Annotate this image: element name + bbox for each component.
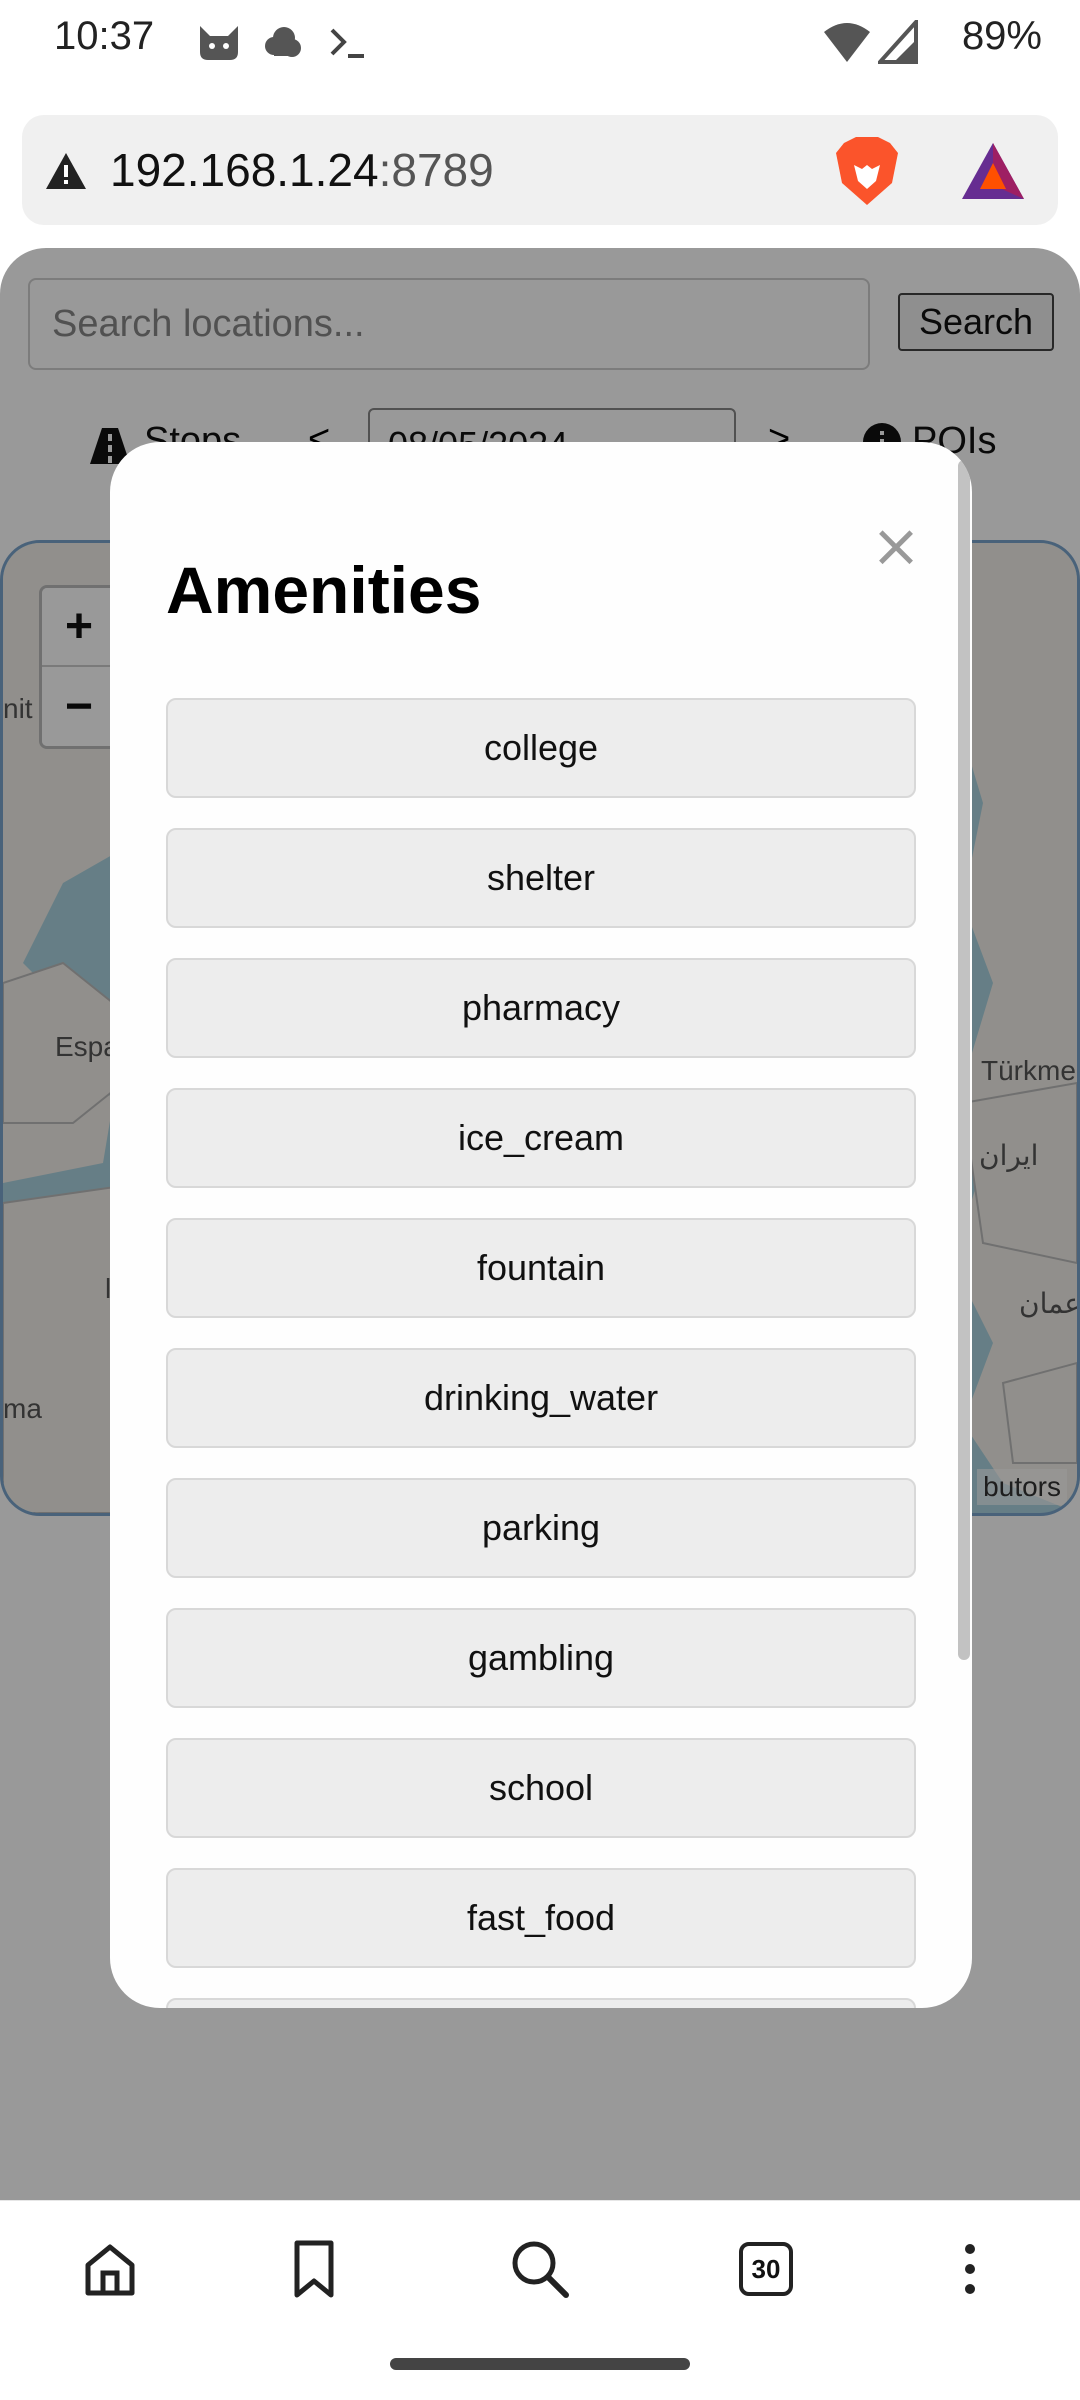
browser-bottom-nav: 30 [0, 2200, 1080, 2334]
modal-scrollbar[interactable] [958, 460, 970, 1660]
amenity-button-fast-food[interactable]: fast_food [166, 1868, 916, 1968]
modal-title: Amenities [166, 553, 482, 627]
url-port: :8789 [378, 144, 494, 196]
amenity-button-parking[interactable]: parking [166, 1478, 916, 1578]
amenity-button-partial[interactable] [166, 1998, 916, 2008]
amenity-button-gambling[interactable]: gambling [166, 1608, 916, 1708]
amenity-button-pharmacy[interactable]: pharmacy [166, 958, 916, 1058]
url-host: 192.168.1.24 [110, 144, 379, 196]
amenity-button-shelter[interactable]: shelter [166, 828, 916, 928]
amenities-modal: × Amenities college shelter pharmacy ice… [110, 442, 972, 2008]
gesture-handle[interactable] [390, 2358, 690, 2370]
brave-rewards-icon[interactable] [960, 139, 1026, 203]
tabs-button[interactable]: 30 [726, 2231, 806, 2307]
wifi-icon [824, 23, 870, 62]
more-vert-icon [965, 2244, 975, 2294]
home-icon [85, 2244, 135, 2296]
battery-percent: 89% [961, 14, 1042, 58]
status-bar: 10:37 89% [0, 0, 1080, 84]
warning-icon[interactable] [44, 149, 88, 193]
status-time: 10:37 [54, 14, 155, 58]
close-button[interactable]: × [866, 516, 926, 576]
url-text[interactable]: 192.168.1.24:8789 [110, 143, 494, 197]
bookmark-icon [294, 2240, 334, 2298]
amenity-button-drinking-water[interactable]: drinking_water [166, 1348, 916, 1448]
home-button[interactable] [70, 2231, 150, 2307]
amenity-button-fountain[interactable]: fountain [166, 1218, 916, 1318]
terminal-icon [330, 28, 364, 58]
signal-icon [878, 20, 918, 64]
search-icon [512, 2241, 569, 2298]
url-bar[interactable]: 192.168.1.24:8789 [22, 115, 1058, 225]
search-button-nav[interactable] [500, 2231, 580, 2307]
amenity-button-school[interactable]: school [166, 1738, 916, 1838]
amenity-button-college[interactable]: college [166, 698, 916, 798]
bookmarks-button[interactable] [274, 2231, 354, 2307]
menu-button[interactable] [930, 2231, 1010, 2307]
cat-icon [200, 26, 238, 60]
amenity-button-ice-cream[interactable]: ice_cream [166, 1088, 916, 1188]
amenity-list: college shelter pharmacy ice_cream fount… [166, 698, 916, 2008]
brave-shields-icon[interactable] [832, 135, 902, 207]
cloud-icon [265, 27, 301, 57]
tabs-count: 30 [739, 2242, 793, 2296]
